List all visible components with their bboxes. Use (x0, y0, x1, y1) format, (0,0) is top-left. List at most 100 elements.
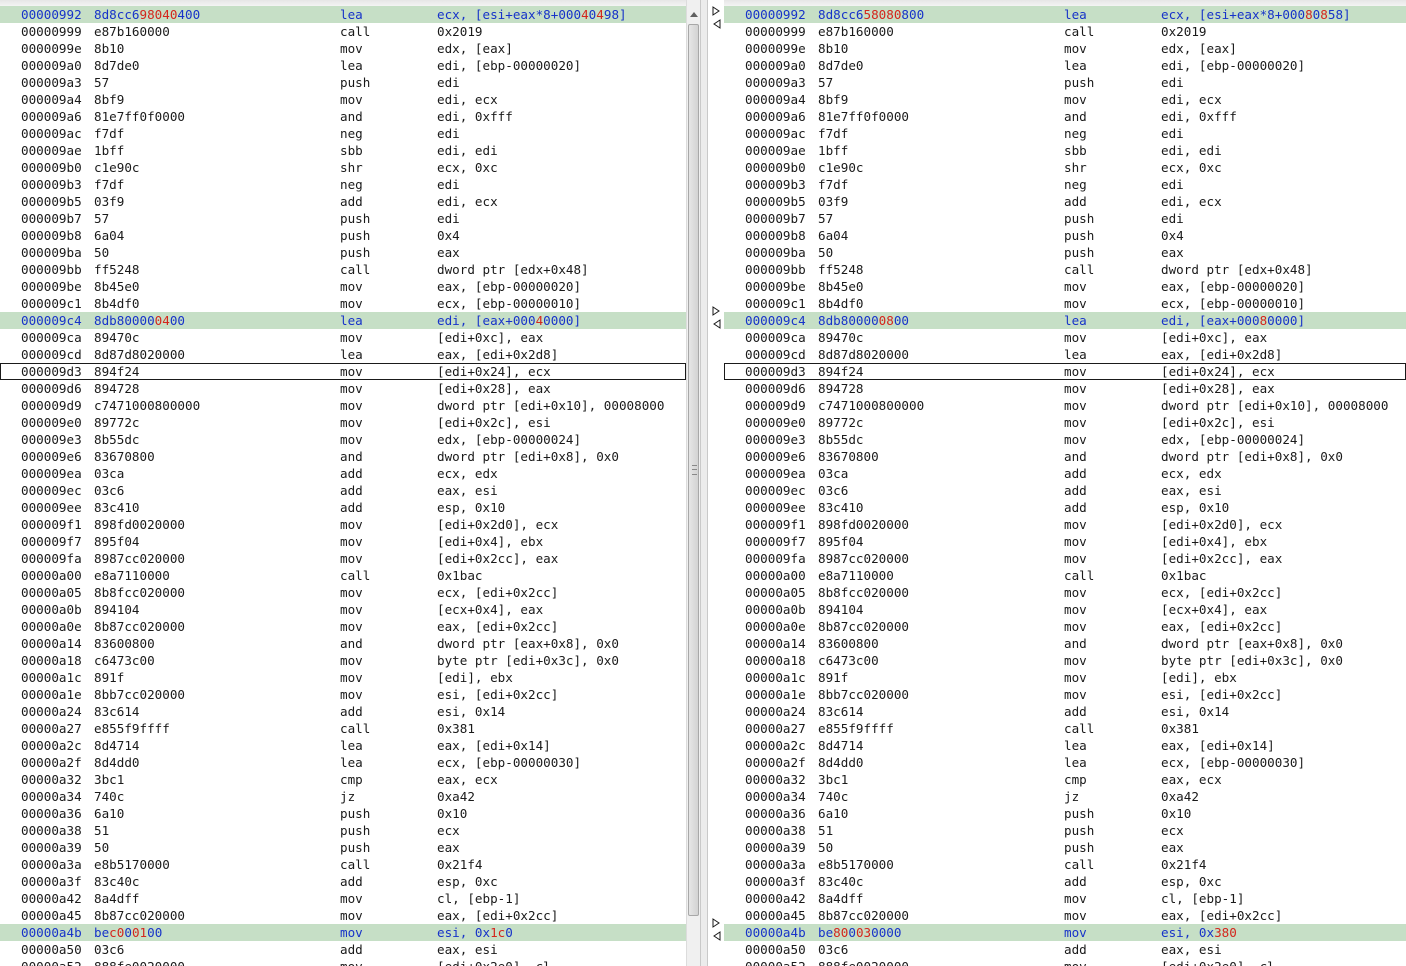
instruction-row[interactable]: 00000a36 6a10 push 0x10 (724, 805, 1406, 822)
instruction-row[interactable]: 00000a3f 83c40c add esp, 0xc (724, 873, 1406, 890)
diff-row[interactable]: 00000a4b bec000100 mov esi, 0x1c0 (0, 924, 686, 941)
instruction-row[interactable]: 000009ba 50 push eax (724, 244, 1406, 261)
instruction-row[interactable]: 00000a00 e8a7110000 call 0x1bac (724, 567, 1406, 584)
instruction-row[interactable]: 00000a32 3bc1 cmp eax, ecx (0, 771, 686, 788)
instruction-row[interactable]: 000009ca 89470c mov [edi+0xc], eax (0, 329, 686, 346)
instruction-row[interactable]: 00000a0b 894104 mov [ecx+0x4], eax (724, 601, 1406, 618)
instruction-row[interactable]: 000009d6 894728 mov [edi+0x28], eax (0, 380, 686, 397)
instruction-row[interactable]: 000009b8 6a04 push 0x4 (0, 227, 686, 244)
instruction-row[interactable]: 000009a0 8d7de0 lea edi, [ebp-00000020] (0, 57, 686, 74)
instruction-row[interactable]: 000009fa 8987cc020000 mov [edi+0x2cc], eax (0, 550, 686, 567)
instruction-row[interactable]: 000009ac f7df neg edi (0, 125, 686, 142)
instruction-row[interactable]: 000009a6 81e7ff0f0000 and edi, 0xfff (0, 108, 686, 125)
instruction-row[interactable]: 00000a50 03c6 add eax, esi (0, 941, 686, 958)
instruction-row[interactable]: 00000a52 888fe0020000 mov [edi+0x2e0], cl (0, 958, 686, 966)
instruction-row[interactable]: 000009b0 c1e90c shr ecx, 0xc (724, 159, 1406, 176)
instruction-row[interactable]: 000009ea 03ca add ecx, edx (0, 465, 686, 482)
instruction-row[interactable]: 00000a45 8b87cc020000 mov eax, [edi+0x2cc] (0, 907, 686, 924)
instruction-row[interactable]: 000009c1 8b4df0 mov ecx, [ebp-00000010] (0, 295, 686, 312)
instruction-row[interactable]: 00000a32 3bc1 cmp eax, ecx (724, 771, 1406, 788)
instruction-row[interactable]: 000009be 8b45e0 mov eax, [ebp-00000020] (0, 278, 686, 295)
instruction-row[interactable]: 000009e3 8b55dc mov edx, [ebp-00000024] (724, 431, 1406, 448)
instruction-row[interactable]: 000009e6 83670800 and dword ptr [edi+0x8], … (724, 448, 1406, 465)
instruction-row[interactable]: 000009e6 83670800 and dword ptr [edi+0x8], … (0, 448, 686, 465)
instruction-row[interactable]: 00000a3f 83c40c add esp, 0xc (0, 873, 686, 890)
instruction-row[interactable]: 00000a3a e8b5170000 call 0x21f4 (0, 856, 686, 873)
instruction-row[interactable]: 000009b5 03f9 add edi, ecx (0, 193, 686, 210)
instruction-row[interactable]: 00000a14 83600800 and dword ptr [eax+0x8], … (724, 635, 1406, 652)
left-disassembly-pane[interactable]: 00000992 8d8cc698040400 lea ecx, [esi+eax*8… (0, 0, 686, 966)
instruction-row[interactable]: 000009c1 8b4df0 mov ecx, [ebp-00000010] (724, 295, 1406, 312)
instruction-row[interactable]: 00000a38 51 push ecx (724, 822, 1406, 839)
diff-row[interactable]: 00000a4b be800030000 mov esi, 0x380 (724, 924, 1406, 941)
instruction-row[interactable]: 000009f1 898fd0020000 mov [edi+0x2d0], ecx (724, 516, 1406, 533)
right-disassembly-pane[interactable]: 00000992 8d8cc658080800 lea ecx, [esi+eax*8… (724, 0, 1406, 966)
instruction-row[interactable]: 00000a18 c6473c00 mov byte ptr [edi+0x3c], … (724, 652, 1406, 669)
instruction-row[interactable]: 000009ea 03ca add ecx, edx (724, 465, 1406, 482)
instruction-row[interactable]: 00000a34 740c jz 0xa42 (724, 788, 1406, 805)
instruction-row[interactable]: 000009cd 8d87d8020000 lea eax, [edi+0x2d8] (724, 346, 1406, 363)
instruction-row[interactable]: 000009e3 8b55dc mov edx, [ebp-00000024] (0, 431, 686, 448)
instruction-row[interactable]: 00000a2f 8d4dd0 lea ecx, [ebp-00000030] (0, 754, 686, 771)
instruction-row[interactable]: 000009fa 8987cc020000 mov [edi+0x2cc], eax (724, 550, 1406, 567)
instruction-row[interactable]: 000009d9 c7471000800000 mov dword ptr [edi+… (724, 397, 1406, 414)
instruction-row[interactable]: 000009ec 03c6 add eax, esi (724, 482, 1406, 499)
instruction-row[interactable]: 00000a42 8a4dff mov cl, [ebp-1] (724, 890, 1406, 907)
instruction-row[interactable]: 000009f7 895f04 mov [edi+0x4], ebx (724, 533, 1406, 550)
instruction-row[interactable]: 00000a1c 891f mov [edi], ebx (724, 669, 1406, 686)
instruction-row[interactable]: 000009b8 6a04 push 0x4 (724, 227, 1406, 244)
left-disassembly-list[interactable]: 00000992 8d8cc698040400 lea ecx, [esi+eax*8… (0, 6, 686, 966)
instruction-row[interactable]: 000009ae 1bff sbb edi, edi (724, 142, 1406, 159)
instruction-row[interactable]: 000009d6 894728 mov [edi+0x28], eax (724, 380, 1406, 397)
instruction-row[interactable]: 00000a39 50 push eax (724, 839, 1406, 856)
instruction-row[interactable]: 00000a1c 891f mov [edi], ebx (0, 669, 686, 686)
instruction-row[interactable]: 00000999 e87b160000 call 0x2019 (0, 23, 686, 40)
instruction-row[interactable]: 000009bb ff5248 call dword ptr [edx+0x48] (724, 261, 1406, 278)
selected-row[interactable]: 000009d3 894f24 mov [edi+0x24], ecx (724, 363, 1406, 380)
instruction-row[interactable]: 00000a14 83600800 and dword ptr [eax+0x8], … (0, 635, 686, 652)
instruction-row[interactable]: 000009b3 f7df neg edi (0, 176, 686, 193)
instruction-row[interactable]: 000009b0 c1e90c shr ecx, 0xc (0, 159, 686, 176)
instruction-row[interactable]: 00000a24 83c614 add esi, 0x14 (724, 703, 1406, 720)
instruction-row[interactable]: 00000a05 8b8fcc020000 mov ecx, [edi+0x2cc] (724, 584, 1406, 601)
right-disassembly-list[interactable]: 00000992 8d8cc658080800 lea ecx, [esi+eax*8… (724, 6, 1406, 966)
instruction-row[interactable]: 00000a42 8a4dff mov cl, [ebp-1] (0, 890, 686, 907)
instruction-row[interactable]: 00000a38 51 push ecx (0, 822, 686, 839)
instruction-row[interactable]: 00000a34 740c jz 0xa42 (0, 788, 686, 805)
instruction-row[interactable]: 00000a50 03c6 add eax, esi (724, 941, 1406, 958)
instruction-row[interactable]: 00000a52 888fe0020000 mov [edi+0x2e0], cl (724, 958, 1406, 966)
instruction-row[interactable]: 000009ae 1bff sbb edi, edi (0, 142, 686, 159)
instruction-row[interactable]: 000009a3 57 push edi (724, 74, 1406, 91)
selected-row[interactable]: 000009d3 894f24 mov [edi+0x24], ecx (0, 363, 686, 380)
instruction-row[interactable]: 00000a39 50 push eax (0, 839, 686, 856)
instruction-row[interactable]: 000009b7 57 push edi (0, 210, 686, 227)
instruction-row[interactable]: 000009f7 895f04 mov [edi+0x4], ebx (0, 533, 686, 550)
instruction-row[interactable]: 000009a4 8bf9 mov edi, ecx (724, 91, 1406, 108)
instruction-row[interactable]: 000009b5 03f9 add edi, ecx (724, 193, 1406, 210)
instruction-row[interactable]: 00000a27 e855f9ffff call 0x381 (724, 720, 1406, 737)
instruction-row[interactable]: 00000a45 8b87cc020000 mov eax, [edi+0x2cc] (724, 907, 1406, 924)
instruction-row[interactable]: 00000a2c 8d4714 lea eax, [edi+0x14] (724, 737, 1406, 754)
instruction-row[interactable]: 00000999 e87b160000 call 0x2019 (724, 23, 1406, 40)
instruction-row[interactable]: 000009ec 03c6 add eax, esi (0, 482, 686, 499)
instruction-row[interactable]: 00000a1e 8bb7cc020000 mov esi, [edi+0x2cc] (724, 686, 1406, 703)
instruction-row[interactable]: 000009d9 c7471000800000 mov dword ptr [edi+… (0, 397, 686, 414)
instruction-row[interactable]: 000009b3 f7df neg edi (724, 176, 1406, 193)
diff-row[interactable]: 00000992 8d8cc658080800 lea ecx, [esi+eax*8… (724, 6, 1406, 23)
instruction-row[interactable]: 000009ee 83c410 add esp, 0x10 (0, 499, 686, 516)
instruction-row[interactable]: 00000a36 6a10 push 0x10 (0, 805, 686, 822)
scroll-up-arrow-icon[interactable] (687, 6, 701, 22)
instruction-row[interactable]: 00000a27 e855f9ffff call 0x381 (0, 720, 686, 737)
instruction-row[interactable]: 00000a2f 8d4dd0 lea ecx, [ebp-00000030] (724, 754, 1406, 771)
instruction-row[interactable]: 00000a18 c6473c00 mov byte ptr [edi+0x3c], … (0, 652, 686, 669)
instruction-row[interactable]: 000009bb ff5248 call dword ptr [edx+0x48] (0, 261, 686, 278)
instruction-row[interactable]: 000009ee 83c410 add esp, 0x10 (724, 499, 1406, 516)
instruction-row[interactable]: 000009f1 898fd0020000 mov [edi+0x2d0], ecx (0, 516, 686, 533)
instruction-row[interactable]: 000009cd 8d87d8020000 lea eax, [edi+0x2d8] (0, 346, 686, 363)
instruction-row[interactable]: 000009e0 89772c mov [edi+0x2c], esi (724, 414, 1406, 431)
instruction-row[interactable]: 00000a24 83c614 add esi, 0x14 (0, 703, 686, 720)
vertical-scrollbar[interactable] (686, 0, 701, 966)
instruction-row[interactable]: 00000a2c 8d4714 lea eax, [edi+0x14] (0, 737, 686, 754)
instruction-row[interactable]: 00000a3a e8b5170000 call 0x21f4 (724, 856, 1406, 873)
instruction-row[interactable]: 000009ca 89470c mov [edi+0xc], eax (724, 329, 1406, 346)
